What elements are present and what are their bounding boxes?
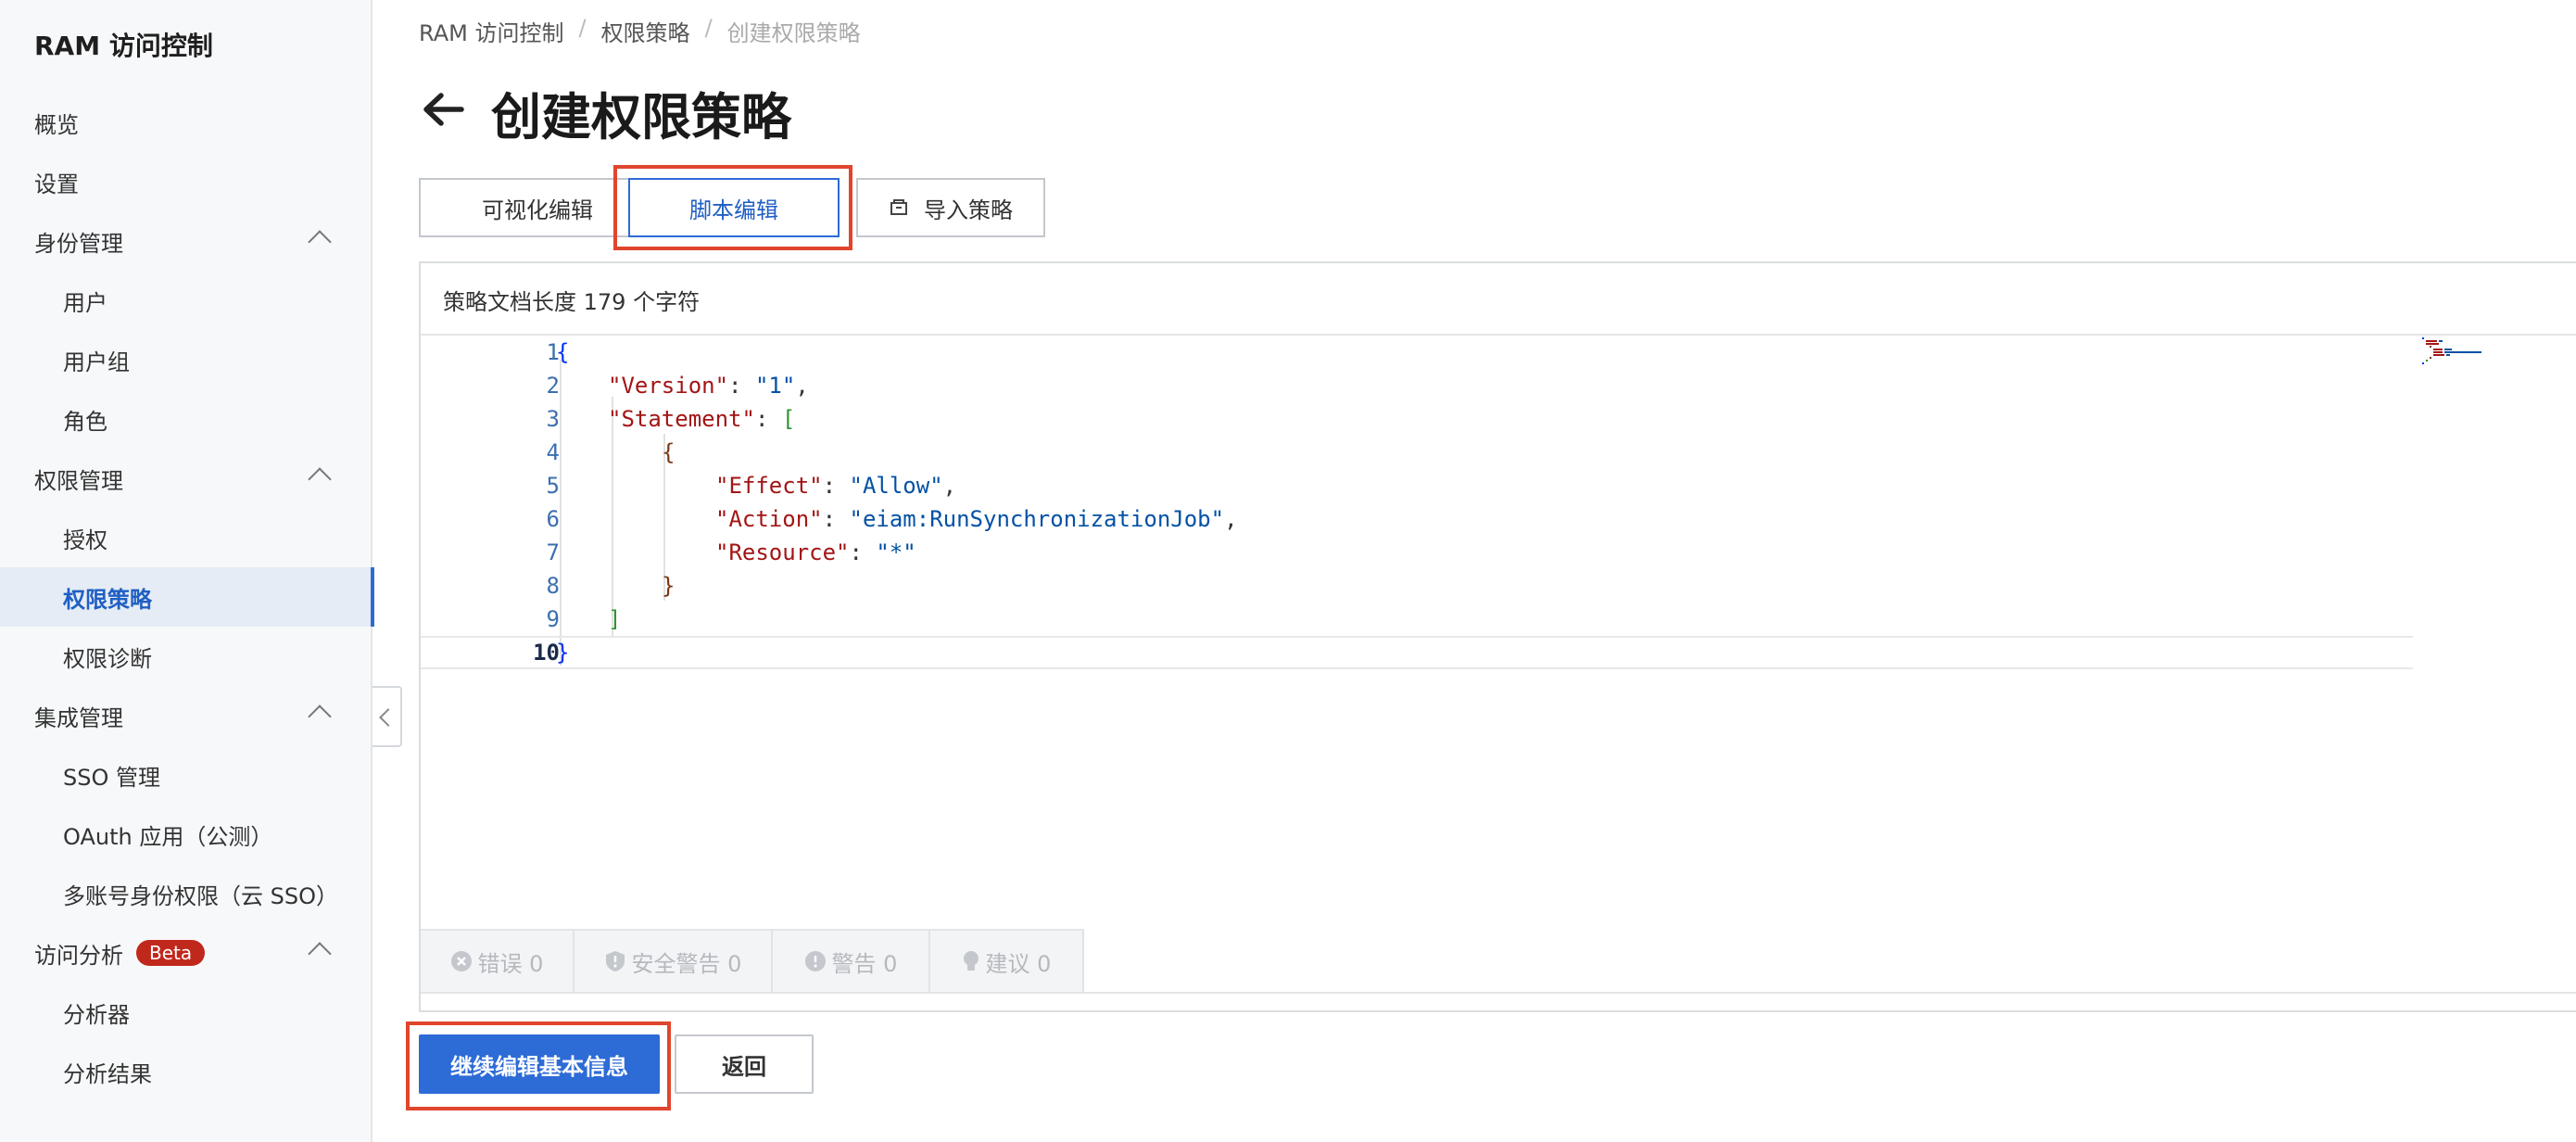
sidebar-group-integration[interactable]: 集成管理 xyxy=(0,686,373,745)
breadcrumb-separator: / xyxy=(704,15,713,41)
diagnostics-bar: 错误 0 安全警告 0 警告 0 建议 0 xyxy=(421,929,1084,992)
code-line: ] xyxy=(608,606,622,632)
sidebar-group-access-analysis[interactable]: 访问分析 Beta xyxy=(0,923,373,983)
sidebar-group-permissions[interactable]: 权限管理 xyxy=(0,449,373,508)
line-number: 1 xyxy=(546,339,560,365)
sidebar-item-analyzer[interactable]: 分析器 xyxy=(0,983,373,1042)
code-line: "Effect": "Allow", xyxy=(715,473,957,499)
sidebar-item-policies[interactable]: 权限策略 xyxy=(0,567,374,627)
warning-icon xyxy=(804,951,826,971)
sidebar-item-roles[interactable]: 角色 xyxy=(0,389,373,449)
chevron-up-icon xyxy=(308,467,332,491)
beta-badge: Beta xyxy=(136,940,206,966)
sidebar-item-user-groups[interactable]: 用户组 xyxy=(0,330,373,389)
chevron-up-icon xyxy=(308,230,332,254)
sidebar-item-sso[interactable]: SSO 管理 xyxy=(0,745,373,805)
sidebar-item-analysis-results[interactable]: 分析结果 xyxy=(0,1042,373,1101)
code-line: "Version": "1", xyxy=(608,373,809,399)
chevron-up-icon xyxy=(308,942,332,966)
error-icon xyxy=(450,951,472,971)
current-line-border xyxy=(421,667,2413,669)
sidebar-item-users[interactable]: 用户 xyxy=(0,271,373,330)
back-arrow-icon[interactable] xyxy=(419,85,467,133)
sidebar-item-oauth[interactable]: OAuth 应用（公测） xyxy=(0,805,373,864)
bulb-icon xyxy=(963,951,979,971)
page-title: 创建权限策略 xyxy=(491,88,791,146)
code-line: "Resource": "*" xyxy=(715,539,916,565)
diag-warnings[interactable]: 警告 0 xyxy=(773,931,930,992)
sidebar-group-identity[interactable]: 身份管理 xyxy=(0,211,373,271)
line-number: 4 xyxy=(546,439,560,465)
highlight-box-continue-button xyxy=(406,1021,671,1110)
code-line: { xyxy=(662,439,676,465)
divider xyxy=(421,992,2576,994)
breadcrumb-item-current: 创建权限策略 xyxy=(726,20,861,46)
line-number: 2 xyxy=(546,373,560,399)
line-number: 3 xyxy=(546,406,560,432)
line-number: 6 xyxy=(546,506,560,532)
code-line: { xyxy=(556,339,570,365)
chevron-left-icon xyxy=(379,708,398,727)
sidebar-item-overview[interactable]: 概览 xyxy=(0,93,373,152)
sidebar-collapse-button[interactable] xyxy=(373,686,402,747)
tab-import-policy[interactable]: 导入策略 xyxy=(856,178,1045,237)
line-number: 7 xyxy=(546,539,560,565)
code-minimap[interactable] xyxy=(2420,337,2532,393)
diag-errors[interactable]: 错误 0 xyxy=(421,931,575,992)
code-line: "Statement": [ xyxy=(608,406,796,432)
breadcrumb-item-ram[interactable]: RAM 访问控制 xyxy=(419,15,563,47)
breadcrumb-item-policies[interactable]: 权限策略 xyxy=(601,15,690,47)
chevron-up-icon xyxy=(308,704,332,729)
line-number: 5 xyxy=(546,473,560,499)
highlight-box-script-tab xyxy=(613,165,852,250)
shield-warning-icon xyxy=(605,951,625,971)
sidebar-item-diagnosis[interactable]: 权限诊断 xyxy=(0,627,373,686)
line-number: 9 xyxy=(546,606,560,632)
code-line: "Action": "eiam:RunSynchronizationJob", xyxy=(715,506,1238,532)
indent-guide xyxy=(560,360,562,666)
import-icon xyxy=(890,199,907,215)
diag-security-warnings[interactable]: 安全警告 0 xyxy=(575,931,773,992)
breadcrumb: RAM 访问控制 / 权限策略 / 创建权限策略 xyxy=(419,15,861,47)
current-line-border xyxy=(421,636,2413,638)
diag-suggestions[interactable]: 建议 0 xyxy=(930,931,1084,992)
code-line: } xyxy=(556,640,570,666)
line-number: 10 xyxy=(533,640,560,666)
breadcrumb-separator: / xyxy=(578,15,587,41)
sidebar-item-settings[interactable]: 设置 xyxy=(0,152,373,211)
code-line: } xyxy=(662,573,676,599)
sidebar-item-cloud-sso[interactable]: 多账号身份权限（云 SSO） xyxy=(0,864,373,923)
doc-length-label: 策略文档长度 179 个字符 xyxy=(443,289,701,315)
back-button[interactable]: 返回 xyxy=(675,1034,814,1094)
sidebar: RAM 访问控制 概览 设置 身份管理 用户 用户组 角色 权限管理 授权 权限… xyxy=(0,0,374,1142)
code-editor[interactable]: 1 2 3 4 5 6 7 8 9 10 { "Version": "1", "… xyxy=(421,336,2576,929)
line-number: 8 xyxy=(546,573,560,599)
sidebar-title: RAM 访问控制 xyxy=(34,31,213,61)
sidebar-item-grants[interactable]: 授权 xyxy=(0,508,373,567)
